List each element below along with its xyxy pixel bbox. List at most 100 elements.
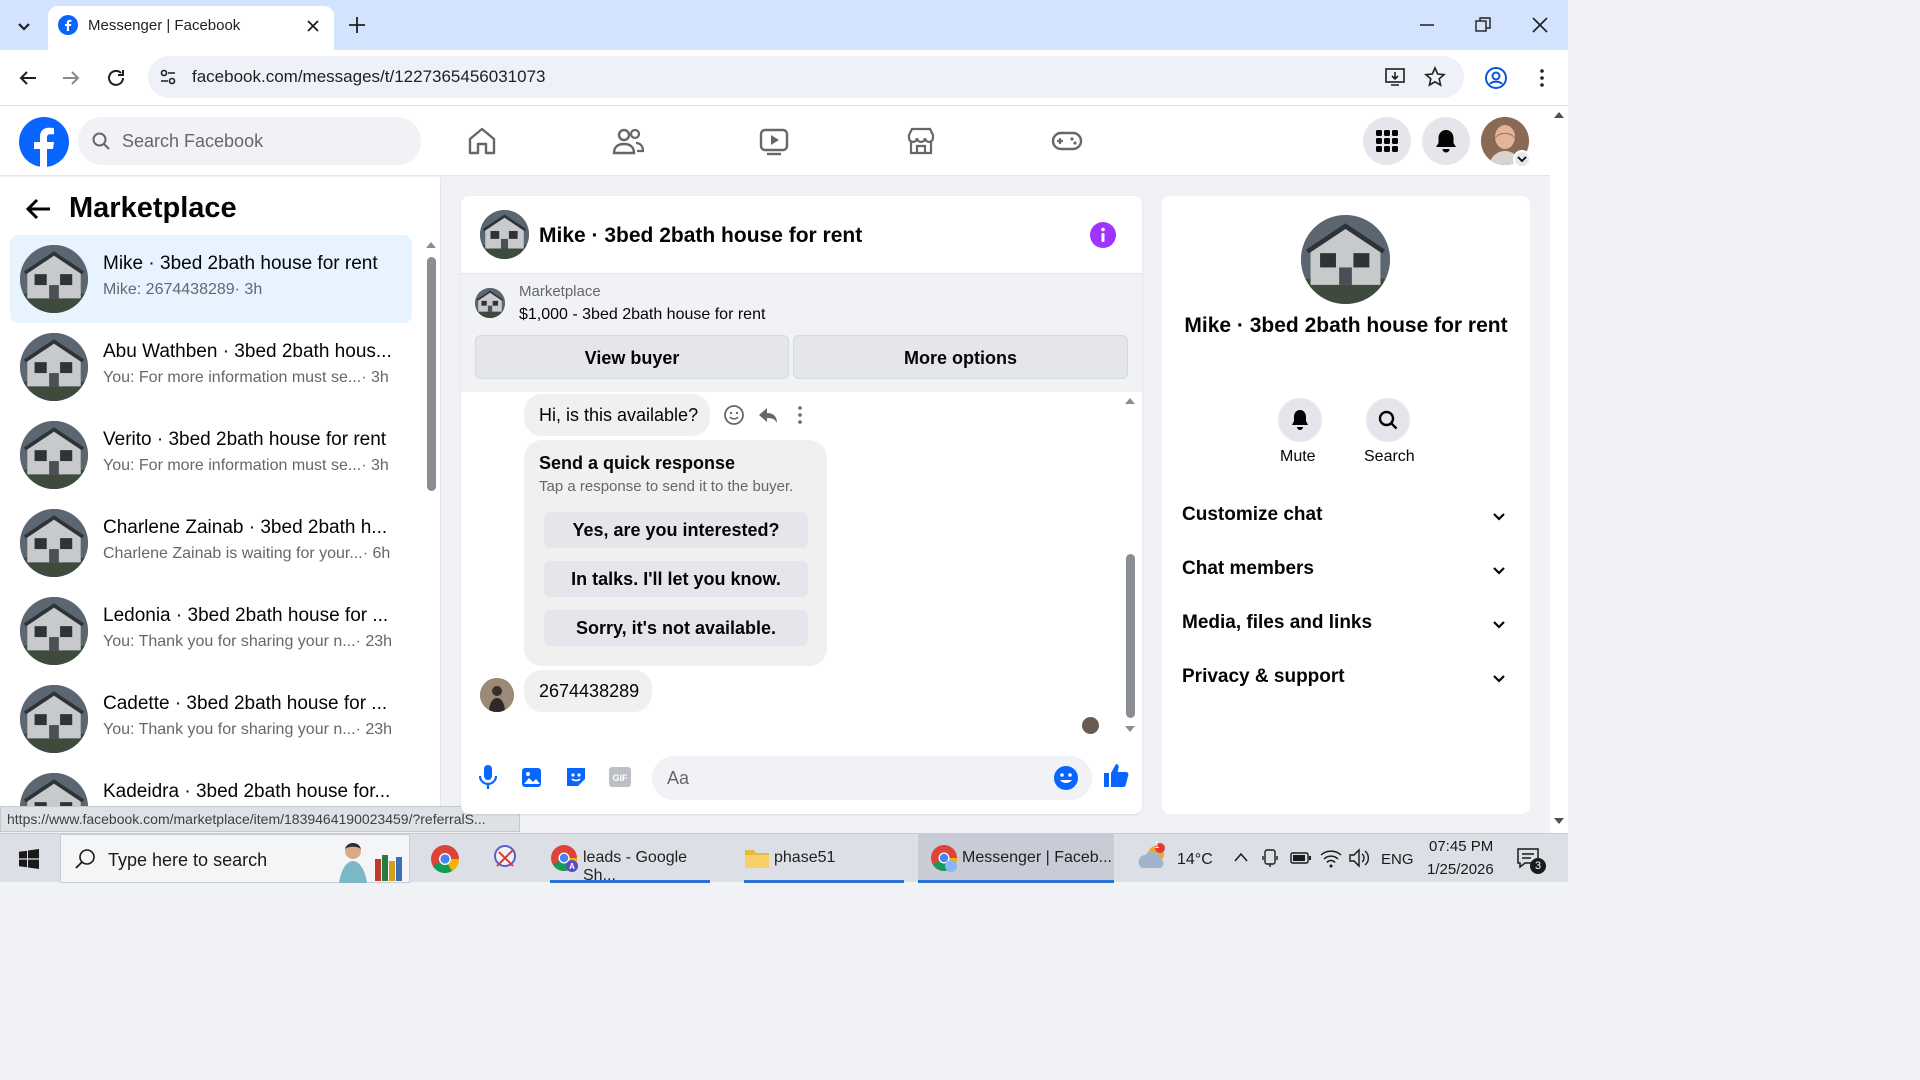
- emoji-icon[interactable]: [1053, 765, 1079, 791]
- url-text: facebook.com/messages/t/1227365456031073: [192, 67, 546, 86]
- chat-avatar[interactable]: [480, 210, 529, 259]
- conversation-preview-text: Charlene Zainab is waiting for your...: [103, 545, 363, 562]
- tab-search-button[interactable]: [10, 12, 38, 40]
- more-actions-icon[interactable]: [793, 404, 807, 426]
- chevron-down-icon: [1517, 156, 1527, 163]
- view-buyer-button[interactable]: View buyer: [475, 335, 789, 379]
- account-dropdown[interactable]: [1513, 150, 1531, 168]
- conversation-item[interactable]: Ledonia · 3bed 2bath house for ... You: T…: [10, 587, 412, 675]
- taskbar-file-explorer[interactable]: phase51: [734, 834, 914, 883]
- taskbar-messenger[interactable]: Messenger | Faceb...: [918, 834, 1114, 883]
- taskbar-app-2[interactable]: [480, 834, 530, 883]
- list-scrollbar-thumb[interactable]: [427, 257, 436, 491]
- menu-button[interactable]: [1363, 117, 1411, 165]
- address-bar[interactable]: facebook.com/messages/t/1227365456031073: [148, 56, 1464, 98]
- chat-info-pane: Mike · 3bed 2bath house for rent Mute Se…: [1162, 196, 1530, 814]
- back-icon[interactable]: [16, 66, 40, 90]
- close-tab-icon[interactable]: [304, 17, 322, 35]
- page-scrollbar[interactable]: [1550, 106, 1568, 833]
- quick-response-button[interactable]: Sorry, it's not available.: [544, 610, 808, 646]
- sticker-icon[interactable]: [564, 765, 588, 789]
- conversation-time: · 3h: [361, 457, 389, 474]
- restore-icon[interactable]: [1474, 16, 1492, 34]
- taskbar-google-sheets[interactable]: A leads - Google Sh...: [540, 834, 720, 884]
- site-info-icon[interactable]: [158, 67, 178, 87]
- microphone-icon[interactable]: [477, 764, 499, 790]
- wifi-icon[interactable]: [1320, 848, 1342, 868]
- mute-button[interactable]: [1278, 398, 1322, 442]
- more-options-button[interactable]: More options: [793, 335, 1128, 379]
- search-placeholder: Search Facebook: [122, 131, 264, 151]
- bookmark-star-icon[interactable]: [1424, 66, 1446, 88]
- watch-icon[interactable]: [758, 125, 790, 157]
- weather-temp[interactable]: 14°C: [1177, 851, 1213, 869]
- conversation-item[interactable]: Charlene Zainab · 3bed 2bath h... Charlen…: [10, 499, 412, 587]
- quick-response-button[interactable]: Yes, are you interested?: [544, 512, 808, 548]
- profile-icon[interactable]: [1484, 66, 1508, 90]
- scroll-down-arrow-icon[interactable]: [1553, 816, 1565, 826]
- browser-menu-icon[interactable]: [1530, 66, 1554, 90]
- close-window-icon[interactable]: [1530, 15, 1550, 35]
- thread-scrollbar-thumb[interactable]: [1126, 554, 1135, 718]
- minimize-icon[interactable]: [1418, 16, 1436, 34]
- home-icon[interactable]: [466, 125, 498, 157]
- volume-icon[interactable]: [1348, 848, 1370, 868]
- info-avatar[interactable]: [1301, 215, 1390, 304]
- battery-icon[interactable]: [1290, 850, 1312, 866]
- taskbar-search[interactable]: Type here to search: [60, 834, 410, 883]
- gif-icon[interactable]: GIF: [608, 765, 632, 789]
- notifications-button[interactable]: [1422, 117, 1470, 165]
- thumbs-up-icon[interactable]: [1102, 761, 1130, 789]
- chat-members-section[interactable]: Chat members: [1182, 558, 1512, 588]
- facebook-search[interactable]: Search Facebook: [78, 117, 421, 165]
- conversation-item[interactable]: Mike · 3bed 2bath house for rent Mike: 26…: [10, 235, 412, 323]
- house-thumbnail: [475, 288, 505, 318]
- tray-overflow-icon[interactable]: [1233, 851, 1249, 863]
- conversation-time: · 23h: [355, 633, 393, 650]
- clock-time[interactable]: 07:45 PM: [1429, 838, 1493, 855]
- thread-scroll-up-icon[interactable]: [1124, 396, 1136, 405]
- list-scroll-up-icon[interactable]: [425, 240, 437, 249]
- clock-date[interactable]: 1/25/2026: [1427, 861, 1494, 878]
- reload-icon[interactable]: [104, 66, 128, 90]
- thread-scroll-down-icon[interactable]: [1124, 725, 1136, 734]
- media-files-links-section[interactable]: Media, files and links: [1182, 612, 1512, 642]
- facebook-logo-icon[interactable]: [19, 117, 69, 167]
- reply-icon[interactable]: [757, 404, 779, 426]
- search-conversation-button[interactable]: [1366, 398, 1410, 442]
- new-tab-icon[interactable]: [346, 14, 368, 36]
- customize-chat-section[interactable]: Customize chat: [1182, 504, 1512, 534]
- quick-response-button[interactable]: In talks. I'll let you know.: [544, 561, 808, 597]
- listing-thumbnail[interactable]: [475, 288, 505, 318]
- scroll-up-arrow-icon[interactable]: [1553, 110, 1565, 120]
- photo-icon[interactable]: [521, 765, 543, 789]
- friends-icon[interactable]: [612, 125, 644, 157]
- message-input[interactable]: Aa: [652, 756, 1092, 800]
- message-bubble[interactable]: Hi, is this available?: [524, 394, 710, 436]
- conversation-item[interactable]: Abu Wathben · 3bed 2bath hous... You: For…: [10, 323, 412, 411]
- marketplace-icon[interactable]: [905, 125, 937, 157]
- back-arrow-icon[interactable]: [24, 196, 52, 222]
- conversation-time: · 6h: [362, 545, 391, 562]
- browser-tab-messenger[interactable]: Messenger | Facebook: [48, 6, 334, 50]
- running-indicator: [918, 880, 1114, 883]
- conversation-item[interactable]: Verito · 3bed 2bath house for rent You: F…: [10, 411, 412, 499]
- taskbar-chrome[interactable]: [420, 834, 470, 883]
- forward-icon[interactable]: [59, 66, 83, 90]
- gaming-icon[interactable]: [1051, 125, 1083, 157]
- windows-start-icon[interactable]: [19, 849, 39, 869]
- conversation-item[interactable]: Cadette · 3bed 2bath house for ... You: T…: [10, 675, 412, 763]
- meet-now-icon[interactable]: [1261, 848, 1279, 868]
- install-app-icon[interactable]: [1384, 66, 1406, 88]
- info-icon[interactable]: [1090, 222, 1116, 248]
- message-bubble[interactable]: 2674438289: [524, 670, 652, 712]
- privacy-support-section[interactable]: Privacy & support: [1182, 666, 1512, 696]
- sender-avatar[interactable]: [480, 678, 514, 712]
- conversation-preview: Mike: 2674438289· 3h: [103, 281, 262, 299]
- conversation-preview: You: Thank you for sharing your n...· 23…: [103, 721, 392, 739]
- react-emoji-icon[interactable]: [723, 404, 745, 426]
- listing-title[interactable]: $1,000 - 3bed 2bath house for rent: [519, 306, 765, 324]
- language-indicator[interactable]: ENG: [1381, 851, 1414, 868]
- taskbar-app-label: Messenger | Faceb...: [962, 849, 1112, 866]
- chevron-down-icon: [18, 23, 30, 31]
